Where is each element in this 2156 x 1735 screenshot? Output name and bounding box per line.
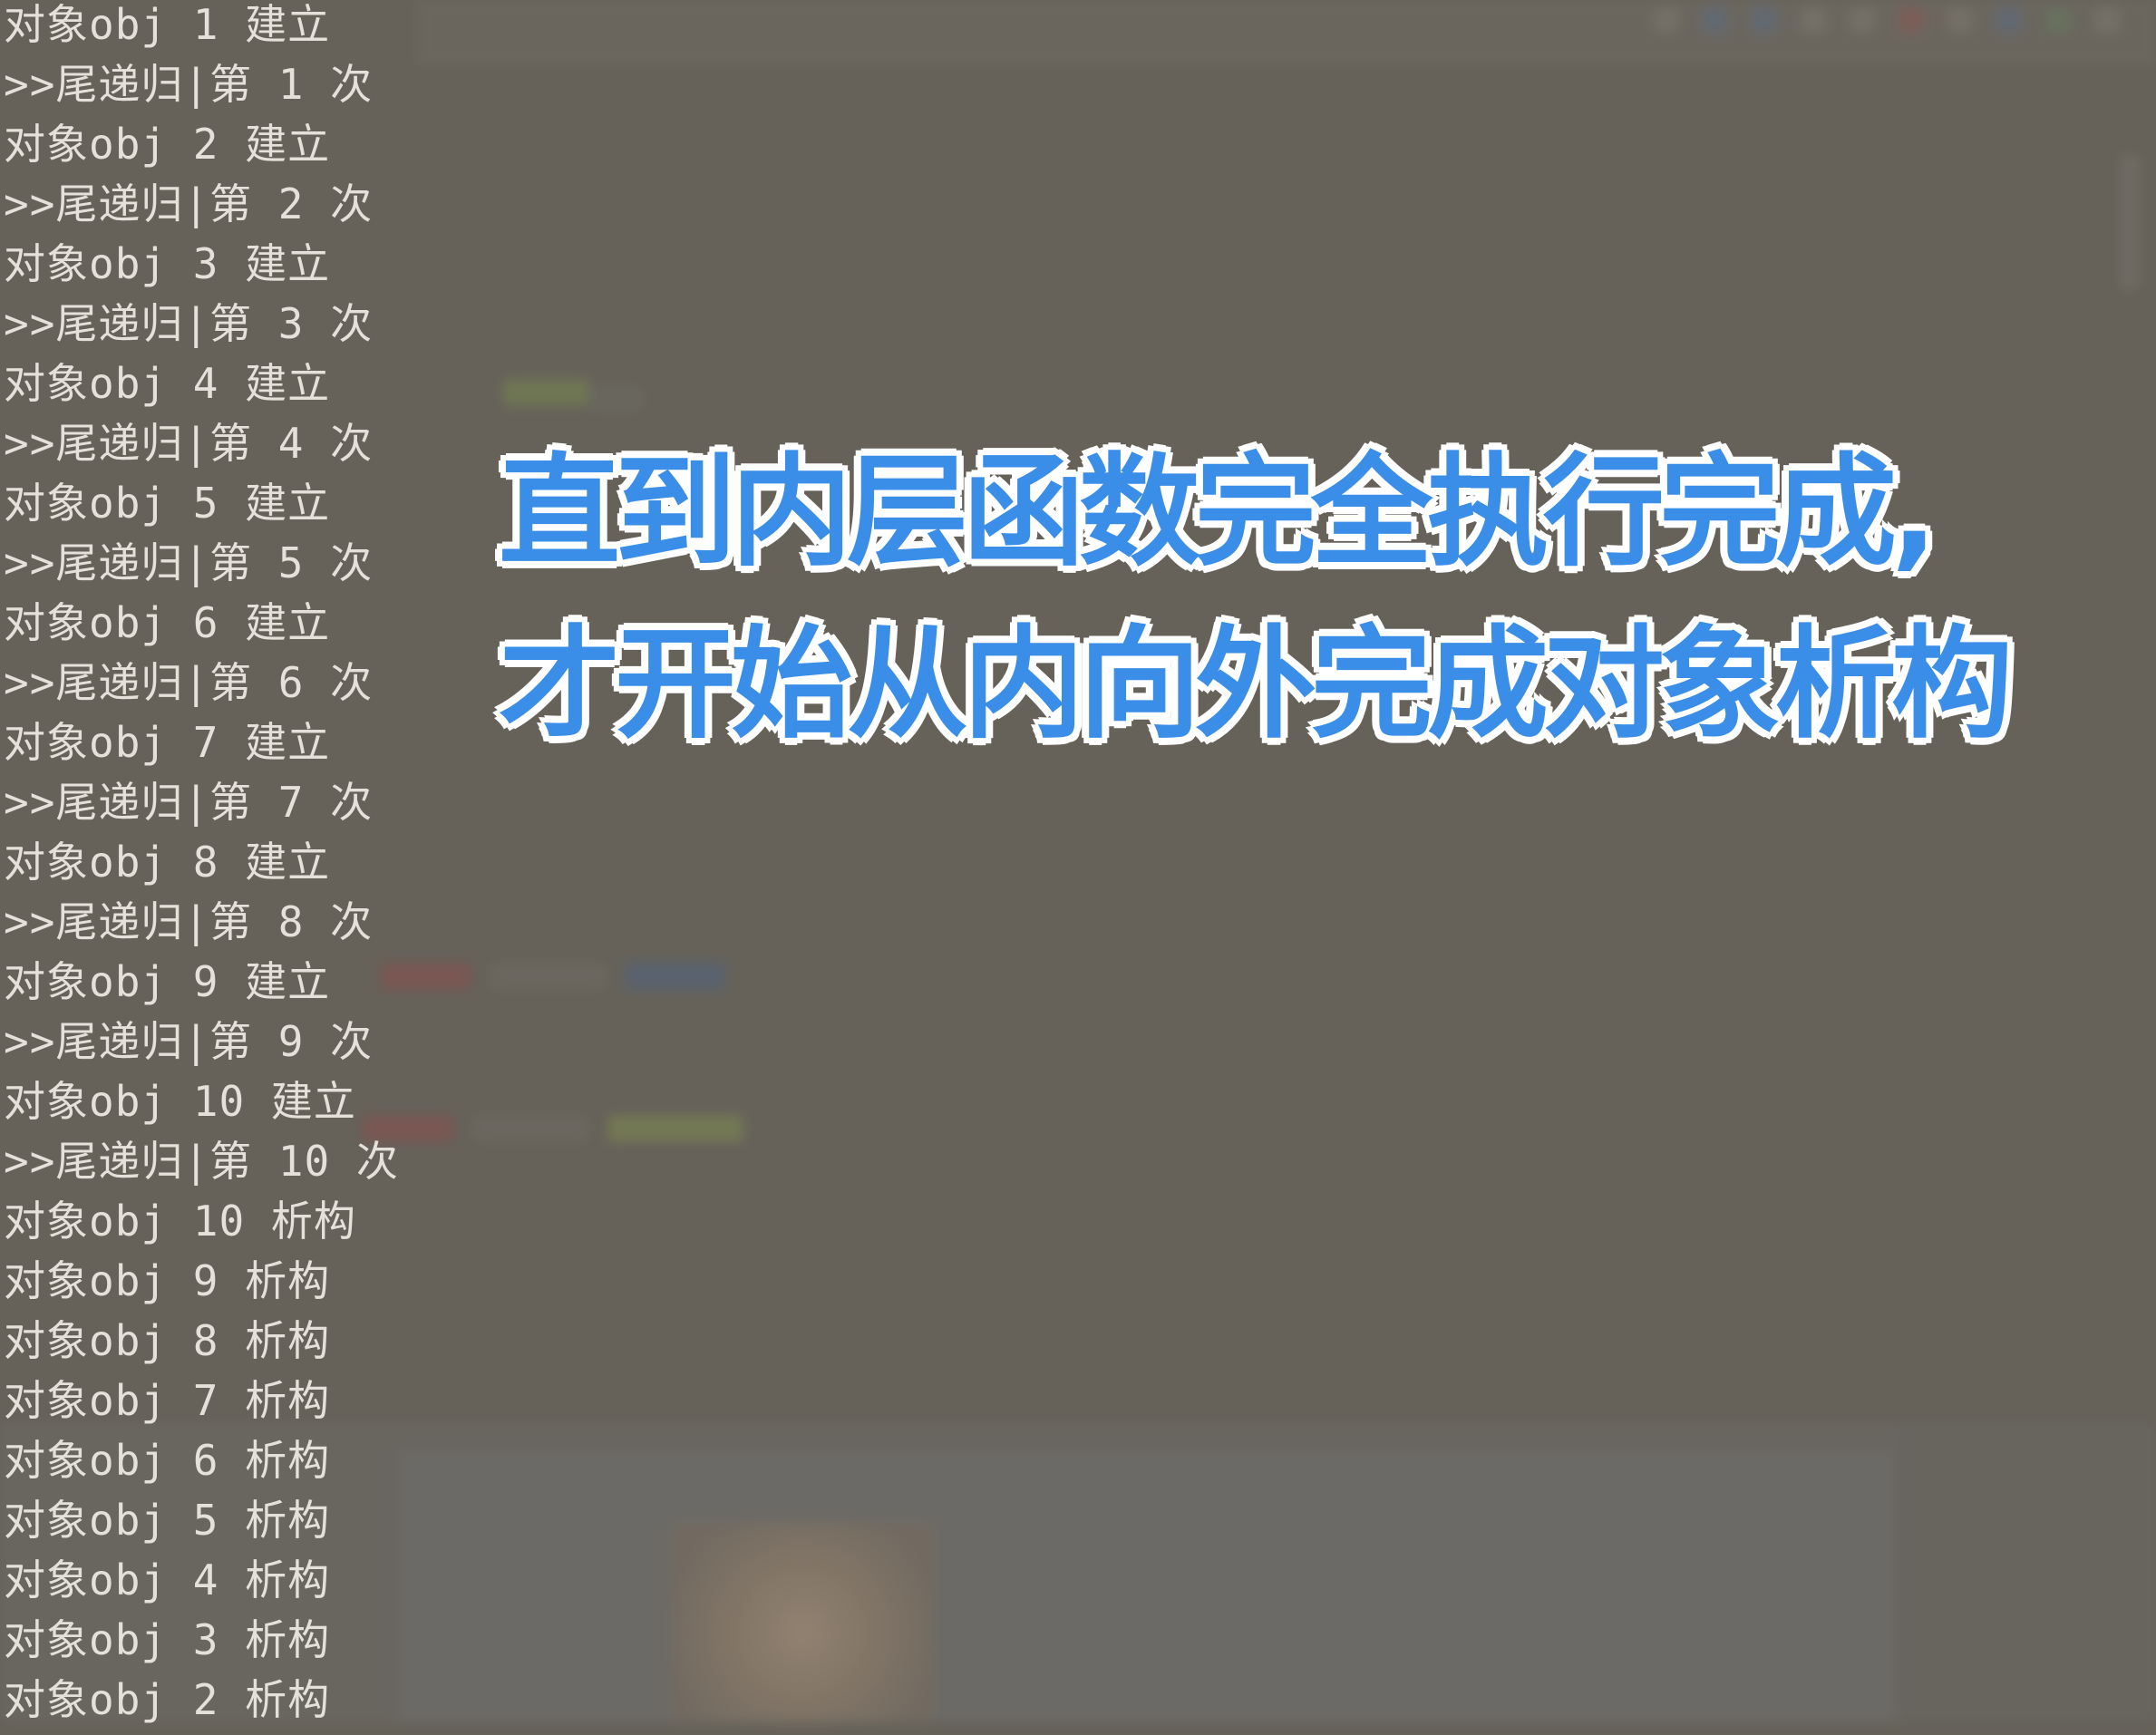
console-line: >>尾递归|第 3 次	[4, 299, 374, 348]
console-line: 对象obj 10 析构	[4, 1197, 356, 1246]
background-avatar-image	[671, 1523, 934, 1722]
console-line: 对象obj 2 建立	[4, 120, 331, 169]
toolbar-icon	[1850, 7, 1875, 33]
console-line: 对象obj 4 析构	[4, 1556, 331, 1604]
background-toolbar-icons	[1654, 7, 2120, 33]
console-line: 对象obj 10 建立	[4, 1077, 356, 1126]
console-line: 对象obj 9 建立	[4, 957, 331, 1006]
toolbar-icon	[1752, 7, 1777, 33]
console-line: >>尾递归|第 9 次	[4, 1017, 374, 1066]
caption-line-1: 直到内层函数完全执行完成,	[499, 441, 1937, 583]
console-line: >>尾递归|第 2 次	[4, 179, 374, 228]
toolbar-icon	[1899, 7, 1924, 33]
console-line: 对象obj 7 建立	[4, 718, 331, 767]
background-toolbar	[417, 0, 2156, 65]
console-line: 对象obj 7 析构	[4, 1376, 331, 1425]
console-line: 对象obj 1 建立	[4, 0, 331, 49]
background-code-highlight	[607, 1115, 743, 1142]
console-line: >>尾递归|第 8 次	[4, 897, 374, 946]
background-code-highlight	[589, 385, 644, 412]
console-line: >>尾递归|第 10 次	[4, 1137, 399, 1186]
overlay-caption: 直到内层函数完全执行完成, 才开始从内向外完成对象析构	[499, 426, 2013, 771]
console-line: >>尾递归|第 1 次	[4, 60, 374, 109]
console-line: 对象obj 8 建立	[4, 838, 331, 887]
background-code-highlight	[626, 963, 725, 990]
toolbar-icon	[1801, 7, 1826, 33]
console-line: 对象obj 4 建立	[4, 359, 331, 408]
toolbar-icon	[1703, 7, 1728, 33]
toolbar-icon	[2045, 7, 2071, 33]
console-line: >>尾递归|第 4 次	[4, 419, 374, 468]
console-line: >>尾递归|第 5 次	[4, 538, 374, 587]
background-scrollbar	[2120, 154, 2140, 290]
console-line: 对象obj 3 建立	[4, 239, 331, 288]
console-line: >>尾递归|第 6 次	[4, 658, 374, 707]
background-bottom-inner-panel	[399, 1450, 1895, 1722]
toolbar-icon	[2094, 7, 2120, 33]
toolbar-icon	[1654, 7, 1679, 33]
toolbar-icon	[1996, 7, 2022, 33]
background-right-strip	[1899, 1423, 2156, 1722]
console-line: 对象obj 9 析构	[4, 1256, 331, 1305]
console-line: 对象obj 6 析构	[4, 1436, 331, 1485]
console-line: 对象obj 8 析构	[4, 1316, 331, 1365]
caption-line-2: 才开始从内向外完成对象析构	[499, 614, 2013, 755]
console-line: 对象obj 3 析构	[4, 1615, 331, 1664]
console-output: 对象obj 1 建立 >>尾递归|第 1 次对象obj 2 建立 >>尾递归|第 2…	[4, 0, 511, 1735]
console-line: 对象obj 5 析构	[4, 1496, 331, 1545]
console-line: 对象obj 2 析构	[4, 1675, 331, 1724]
console-line: >>尾递归|第 7 次	[4, 778, 374, 827]
console-line: 对象obj 5 建立	[4, 479, 331, 528]
toolbar-icon	[1947, 7, 1973, 33]
background-code-highlight	[503, 379, 589, 406]
console-line: 对象obj 6 建立	[4, 598, 331, 647]
